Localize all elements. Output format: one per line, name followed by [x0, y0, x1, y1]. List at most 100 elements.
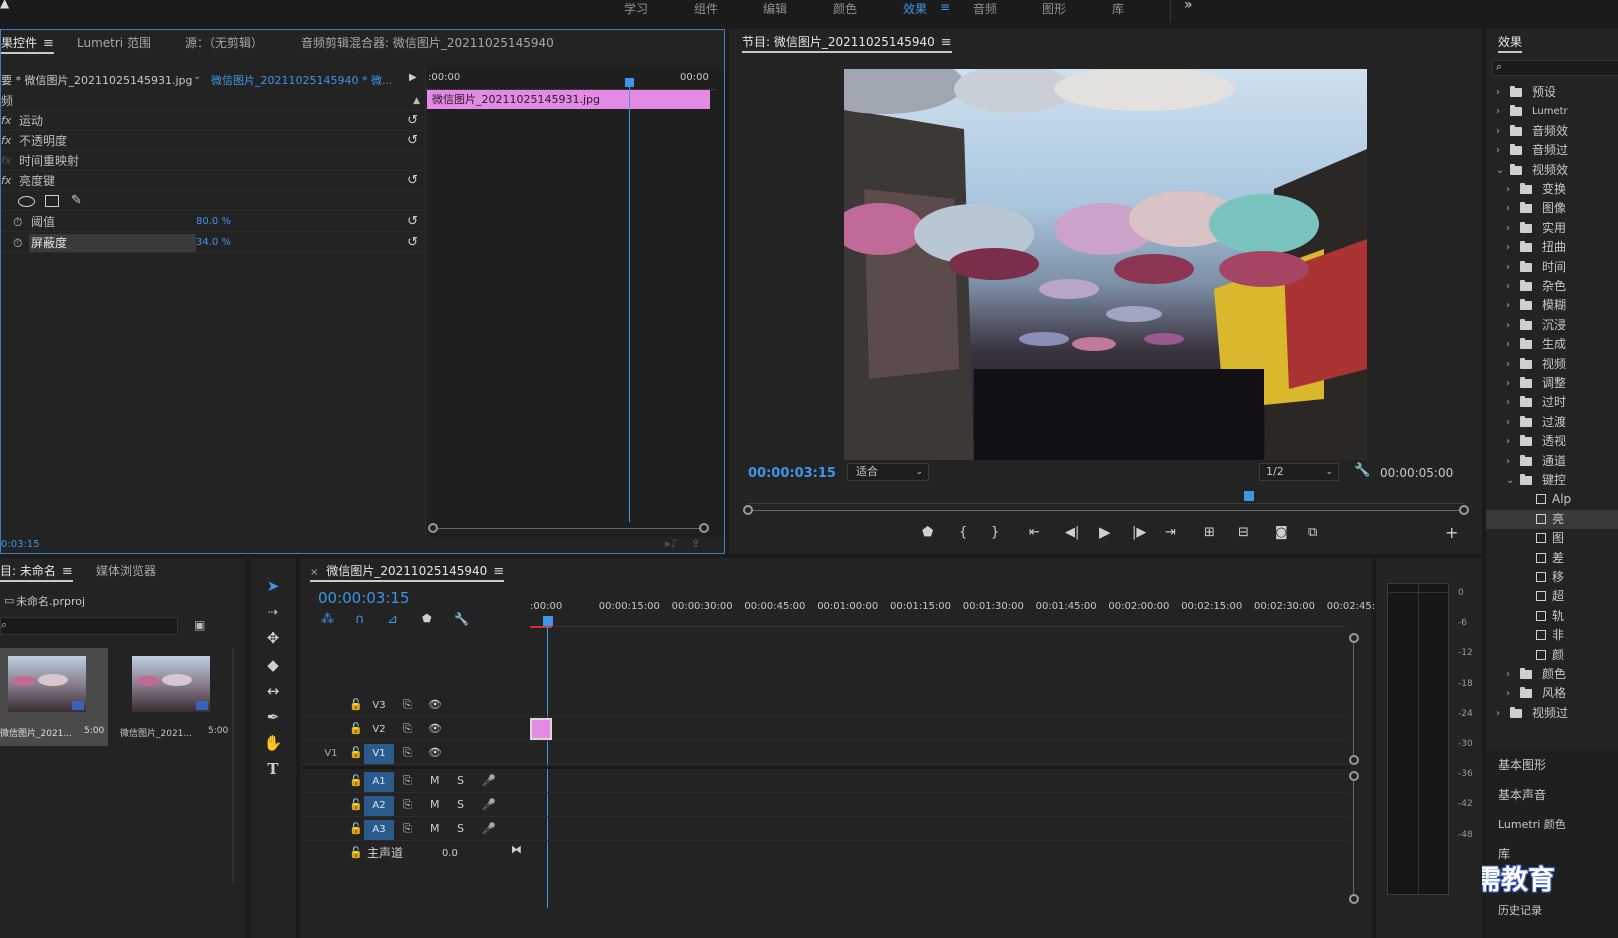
- effect-controls-timecode[interactable]: 0:03:15: [1, 539, 40, 550]
- chevron-right-icon[interactable]: ›: [1496, 704, 1500, 723]
- master-volume-value[interactable]: 0.0: [442, 847, 458, 861]
- sync-lock-icon[interactable]: ⎘: [403, 698, 412, 712]
- chevron-right-icon[interactable]: ›: [1506, 355, 1510, 374]
- track-target-v2[interactable]: V2: [364, 720, 394, 740]
- effects-tree-item[interactable]: › 颜色: [1486, 665, 1618, 684]
- lock-icon[interactable]: 🔓: [349, 822, 363, 836]
- stopwatch-icon[interactable]: ⏱: [13, 212, 22, 232]
- chevron-down-icon[interactable]: ⌄: [1496, 161, 1504, 180]
- scroll-handle-bottom[interactable]: [1349, 894, 1359, 904]
- chevron-right-icon[interactable]: ›: [1506, 316, 1510, 335]
- microphone-icon[interactable]: 🎤: [482, 822, 496, 836]
- effects-tree-item[interactable]: › 变换: [1486, 180, 1618, 199]
- effects-tree-item[interactable]: ⌄ 视频效: [1486, 161, 1618, 180]
- compare-view-icon[interactable]: ⧉: [1308, 525, 1317, 540]
- extract-icon[interactable]: ⊟: [1238, 525, 1249, 540]
- chevron-right-icon[interactable]: ›: [1506, 374, 1510, 393]
- track-lane-a2[interactable]: [530, 793, 1350, 817]
- chevron-right-icon[interactable]: ›: [1506, 296, 1510, 315]
- chevron-down-icon[interactable]: ⌄: [193, 71, 201, 82]
- effects-tree-item[interactable]: Alp: [1486, 490, 1618, 509]
- chevron-right-icon[interactable]: ›: [1506, 199, 1510, 218]
- effects-tree-item[interactable]: 超: [1486, 587, 1618, 606]
- solo-button[interactable]: S: [457, 774, 464, 788]
- effects-tree-item[interactable]: 轨: [1486, 607, 1618, 626]
- pen-tool-icon[interactable]: ✒: [261, 705, 285, 729]
- effects-tree-item[interactable]: 移: [1486, 568, 1618, 587]
- nest-toggle-icon[interactable]: ⁂: [321, 612, 334, 627]
- timeline-marker-icon[interactable]: ⬟: [422, 612, 432, 625]
- reset-icon[interactable]: ↺: [407, 111, 418, 131]
- workspace-more-icon[interactable]: »: [1184, 0, 1193, 13]
- effects-tree-item[interactable]: › 沉浸: [1486, 316, 1618, 335]
- play-triangle-icon[interactable]: ▶: [409, 72, 417, 83]
- hand-tool-icon[interactable]: ✋: [261, 731, 285, 755]
- workspace-tab-color[interactable]: 颜色: [833, 0, 857, 16]
- chevron-right-icon[interactable]: ›: [1496, 102, 1500, 121]
- track-lane-v1[interactable]: [530, 741, 1350, 765]
- sync-lock-icon[interactable]: ⎘: [403, 774, 412, 788]
- workspace-tab-audio[interactable]: 音频: [973, 0, 997, 16]
- export-icon[interactable]: ⇪: [691, 537, 700, 550]
- effects-tree-item[interactable]: › Lumetr: [1486, 102, 1618, 121]
- chevron-down-icon[interactable]: ⌄: [1506, 471, 1514, 490]
- selection-tool-icon[interactable]: ➤: [261, 574, 285, 598]
- tab-effect-controls[interactable]: 果控件 ≡: [1, 30, 54, 56]
- track-lane-v2[interactable]: [530, 717, 1350, 741]
- lock-icon[interactable]: 🔓: [349, 846, 363, 860]
- effects-tree-item[interactable]: › 生成: [1486, 335, 1618, 354]
- chevron-right-icon[interactable]: ›: [1506, 258, 1510, 277]
- timeline-settings-wrench-icon[interactable]: 🔧: [454, 612, 469, 626]
- workspace-tab-editing[interactable]: 编辑: [763, 0, 787, 16]
- effect-row-time-remap[interactable]: fx 时间重映射: [1, 151, 426, 171]
- project-item[interactable]: 微信图片_2021... 5:00: [0, 648, 108, 746]
- chevron-right-icon[interactable]: ›: [1506, 665, 1510, 684]
- go-to-out-icon[interactable]: ⇥: [1165, 525, 1176, 540]
- effects-tree-item[interactable]: › 调整: [1486, 374, 1618, 393]
- chevron-right-icon[interactable]: ›: [1496, 83, 1500, 102]
- effects-tree-item[interactable]: 颜: [1486, 646, 1618, 665]
- scroll-handle-left[interactable]: [743, 505, 753, 515]
- chevron-right-icon[interactable]: ›: [1506, 219, 1510, 238]
- timeline-clip-v2[interactable]: [530, 718, 552, 740]
- program-zoom-bar[interactable]: [753, 510, 1459, 511]
- effects-tree-item[interactable]: › 过时: [1486, 393, 1618, 412]
- tab-audio-clip-mixer[interactable]: 音频剪辑混合器: 微信图片_20211025145940: [301, 30, 554, 56]
- snap-magnet-icon[interactable]: ∩: [355, 612, 365, 627]
- go-to-in-icon[interactable]: ⇤: [1029, 525, 1040, 540]
- mute-button[interactable]: M: [430, 822, 440, 836]
- panel-menu-icon[interactable]: ≡: [62, 559, 73, 585]
- close-icon[interactable]: ×: [310, 567, 318, 578]
- effects-search-input[interactable]: ⌕: [1492, 60, 1618, 76]
- effects-tree-item[interactable]: › 预设: [1486, 83, 1618, 102]
- home-icon[interactable]: ▲: [0, 0, 9, 10]
- reset-icon[interactable]: ↺: [407, 233, 418, 253]
- collapse-up-icon[interactable]: ▲: [413, 91, 420, 111]
- workspace-tab-learn[interactable]: 学习: [624, 0, 648, 16]
- fx-badge[interactable]: fx: [1, 111, 11, 131]
- tab-media-browser[interactable]: 媒体浏览器: [96, 558, 156, 584]
- tab-project[interactable]: 目: 未命名 ≡: [0, 558, 73, 584]
- zoom-scrollbar[interactable]: [438, 528, 700, 529]
- audio-tracks-scrollbar[interactable]: [1353, 781, 1354, 895]
- effects-tree-item[interactable]: 亮: [1486, 509, 1618, 529]
- chevron-right-icon[interactable]: ›: [1506, 277, 1510, 296]
- scroll-handle-top[interactable]: [1349, 633, 1359, 643]
- scroll-handle-right[interactable]: [699, 523, 709, 533]
- tab-lumetri-scopes[interactable]: Lumetri 范围: [77, 30, 151, 56]
- scroll-handle-left[interactable]: [428, 523, 438, 533]
- microphone-icon[interactable]: 🎤: [482, 798, 496, 812]
- reset-icon[interactable]: ↺: [407, 131, 418, 151]
- reset-icon[interactable]: ↺: [407, 171, 418, 191]
- program-monitor-title[interactable]: 节目: 微信图片_20211025145940 ≡: [742, 29, 952, 55]
- timeline-tab[interactable]: × 微信图片_20211025145940 ≡: [310, 558, 505, 585]
- panel-menu-icon[interactable]: ≡: [493, 559, 504, 585]
- ellipse-mask-icon[interactable]: [18, 196, 35, 207]
- effects-tree-item[interactable]: 非: [1486, 626, 1618, 645]
- microphone-icon[interactable]: 🎤: [482, 774, 496, 788]
- track-target-a2[interactable]: A2: [364, 796, 394, 816]
- effects-tree-item[interactable]: › 音频过: [1486, 141, 1618, 160]
- source-patch-v1[interactable]: V1: [316, 744, 346, 764]
- project-search-input[interactable]: ⌕: [0, 617, 178, 635]
- chevron-right-icon[interactable]: ›: [1506, 335, 1510, 354]
